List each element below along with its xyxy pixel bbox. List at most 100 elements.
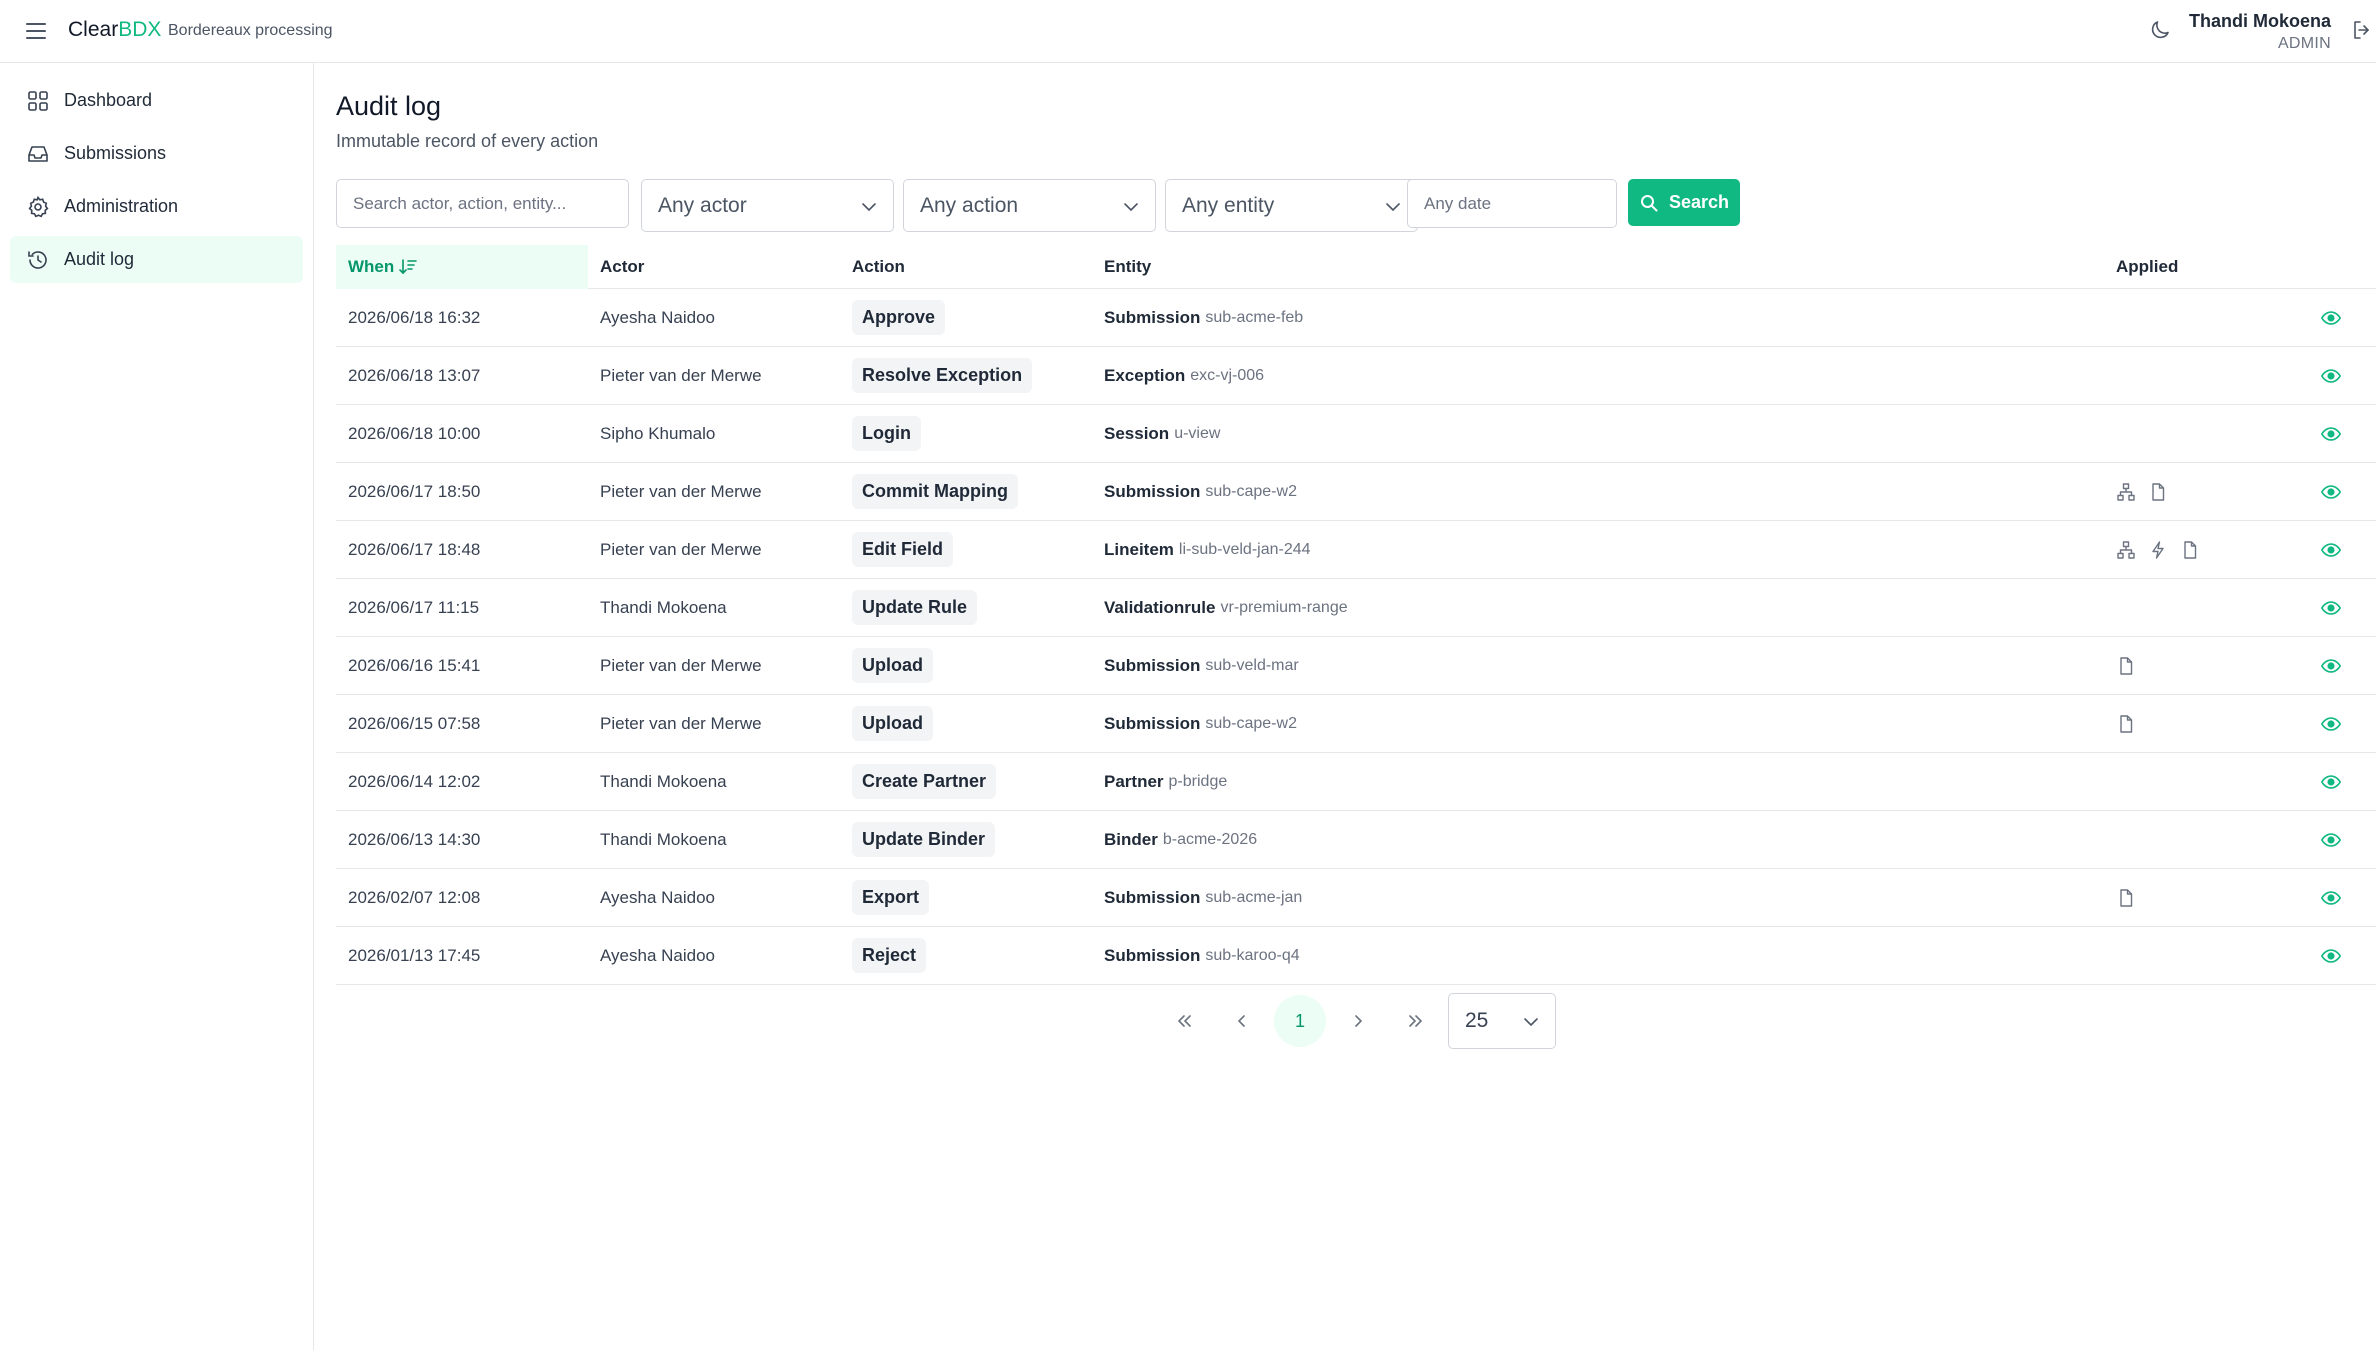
file-icon [2148, 482, 2168, 502]
cell-action: Create Partner [852, 753, 997, 810]
entity-type: Lineitem [1104, 539, 1174, 559]
filter-bar: Any actor Any action Any entity Search [336, 179, 1740, 232]
column-header-when[interactable]: When [336, 245, 588, 289]
cell-entity: Submission sub-cape-w2 [1104, 463, 1297, 520]
cell-entity: Partner p-bridge [1104, 753, 1227, 810]
sidebar-item-submissions[interactable]: Submissions [10, 130, 303, 177]
next-page-button[interactable] [1332, 995, 1384, 1047]
action-select-value: Any action [920, 193, 1019, 217]
page-size-value: 25 [1465, 1009, 1489, 1032]
sidebar-item-administration[interactable]: Administration [10, 183, 303, 230]
search-icon [1640, 194, 1658, 211]
eye-icon [2320, 945, 2342, 967]
eye-icon [2320, 365, 2342, 387]
sidebar-item-audit-log[interactable]: Audit log [10, 236, 303, 283]
chevrons-right-icon [1409, 1015, 1423, 1027]
entity-type: Validationrule [1104, 597, 1216, 617]
previous-page-button[interactable] [1216, 995, 1268, 1047]
table-row: 2026/06/14 12:02 Thandi Mokoena Create Par… [336, 753, 2376, 811]
logout-icon[interactable] [2350, 18, 2374, 42]
eye-icon [2320, 655, 2342, 677]
table-row: 2026/06/17 11:15 Thandi Mokoena Update Rul… [336, 579, 2376, 637]
action-select[interactable]: Any action [903, 179, 1156, 232]
column-header-actor[interactable]: Actor [600, 245, 644, 289]
cell-actor: Ayesha Naidoo [600, 945, 715, 965]
cell-actor: Pieter van der Merwe [600, 365, 762, 385]
date-input[interactable] [1407, 179, 1617, 228]
column-header-action[interactable]: Action [852, 245, 905, 289]
chevron-down-icon [1524, 1018, 1538, 1027]
view-details-button[interactable] [2320, 811, 2342, 868]
entity-type: Submission [1104, 887, 1201, 907]
cell-when: 2026/06/17 18:48 [348, 539, 481, 559]
cell-entity: Session u-view [1104, 405, 1220, 462]
table-header: When Actor Action Entity Applied [336, 245, 2376, 289]
moon-icon[interactable] [2148, 18, 2172, 42]
view-details-button[interactable] [2320, 927, 2342, 984]
cell-action: Login [852, 405, 921, 462]
eye-icon [2320, 423, 2342, 445]
cell-when: 2026/01/13 17:45 [348, 945, 481, 965]
view-details-button[interactable] [2320, 347, 2342, 404]
view-details-button[interactable] [2320, 521, 2342, 578]
eye-icon [2320, 307, 2342, 329]
search-input[interactable] [336, 179, 629, 228]
cell-entity: Exception exc-vj-006 [1104, 347, 1264, 404]
view-details-button[interactable] [2320, 637, 2342, 694]
table-row: 2026/06/18 13:07 Pieter van der Merwe Reso… [336, 347, 2376, 405]
cell-actor: Thandi Mokoena [600, 597, 727, 617]
table-row: 2026/01/13 17:45 Ayesha Naidoo Reject Submi… [336, 927, 2376, 985]
hierarchy-icon [2116, 482, 2136, 502]
entity-type: Submission [1104, 655, 1201, 675]
sidebar-item-label: Dashboard [64, 90, 153, 110]
top-bar: ClearBDX Bordereaux processing Thandi Mo… [0, 0, 2376, 63]
entity-select[interactable]: Any entity [1165, 179, 1418, 232]
entity-id: li-sub-veld-jan-244 [1178, 540, 1311, 558]
actor-select[interactable]: Any actor [641, 179, 894, 232]
view-details-button[interactable] [2320, 869, 2342, 926]
entity-id: p-bridge [1168, 772, 1228, 790]
cell-entity: Binder b-acme-2026 [1104, 811, 1257, 868]
page-size-select[interactable]: 25 [1448, 993, 1556, 1049]
action-badge: Update Rule [852, 590, 978, 625]
chevron-left-icon [1237, 1015, 1245, 1027]
view-details-button[interactable] [2320, 753, 2342, 810]
sidebar-item-dashboard[interactable]: Dashboard [10, 77, 303, 124]
entity-type: Exception [1104, 365, 1186, 385]
view-details-button[interactable] [2320, 289, 2342, 346]
entity-select-value: Any entity [1182, 193, 1275, 217]
table-row: 2026/06/18 10:00 Sipho Khumalo Login Sessio… [336, 405, 2376, 463]
entity-id: sub-karoo-q4 [1205, 946, 1300, 964]
cell-action: Upload [852, 637, 933, 694]
entity-id: u-view [1174, 424, 1221, 442]
hamburger-menu-icon[interactable] [26, 18, 48, 44]
cell-actor: Pieter van der Merwe [600, 481, 762, 501]
entity-type: Submission [1104, 481, 1201, 501]
eye-icon [2320, 771, 2342, 793]
page-button-current[interactable]: 1 [1274, 995, 1326, 1047]
column-header-entity[interactable]: Entity [1104, 245, 1151, 289]
hierarchy-icon [2116, 540, 2136, 560]
first-page-button[interactable] [1158, 995, 1210, 1047]
search-button[interactable]: Search [1628, 179, 1740, 226]
cell-when: 2026/02/07 12:08 [348, 887, 481, 907]
cell-entity: Lineitem li-sub-veld-jan-244 [1104, 521, 1311, 578]
view-details-button[interactable] [2320, 463, 2342, 520]
file-icon [2180, 540, 2200, 560]
entity-id: sub-acme-feb [1205, 308, 1304, 326]
view-details-button[interactable] [2320, 405, 2342, 462]
last-page-button[interactable] [1390, 995, 1442, 1047]
view-details-button[interactable] [2320, 579, 2342, 636]
entity-id: vr-premium-range [1220, 598, 1348, 616]
table-row: 2026/06/15 07:58 Pieter van der Merwe Uplo… [336, 695, 2376, 753]
app-brand[interactable]: ClearBDX [68, 18, 161, 42]
view-details-button[interactable] [2320, 695, 2342, 752]
action-badge: Approve [852, 300, 946, 335]
cell-when: 2026/06/17 11:15 [348, 597, 480, 617]
cell-actor: Ayesha Naidoo [600, 307, 715, 327]
eye-icon [2320, 597, 2342, 619]
app-tagline: Bordereaux processing [168, 22, 333, 39]
entity-type: Binder [1104, 829, 1158, 849]
cell-actor: Thandi Mokoena [600, 771, 727, 791]
sidebar-item-label: Administration [64, 196, 179, 216]
